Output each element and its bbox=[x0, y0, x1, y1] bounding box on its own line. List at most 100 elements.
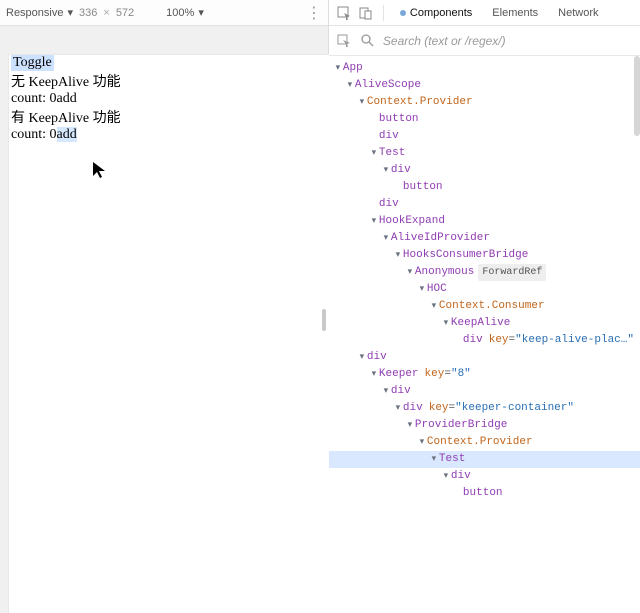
caret-icon[interactable]: ▾ bbox=[381, 383, 391, 400]
resize-handle[interactable] bbox=[322, 309, 326, 331]
node-name: button bbox=[403, 179, 443, 196]
tree-node[interactable]: ▾HooksConsumerBridge bbox=[329, 247, 640, 264]
kebab-icon[interactable]: ⋮ bbox=[306, 3, 322, 23]
add-button-1[interactable]: add bbox=[57, 91, 77, 106]
node-name: div bbox=[367, 349, 387, 366]
node-name: button bbox=[379, 111, 419, 128]
devtools-panel: Components Elements Network ▾App▾AliveSc… bbox=[329, 0, 640, 613]
tree-node[interactable]: ▾div bbox=[329, 383, 640, 400]
device-toggle-icon[interactable] bbox=[357, 4, 375, 22]
caret-icon[interactable]: ▾ bbox=[441, 468, 451, 485]
node-name: button bbox=[463, 485, 503, 502]
tab-components[interactable]: Components bbox=[392, 3, 480, 23]
tree-node[interactable]: ▾App bbox=[329, 60, 640, 77]
caret-icon[interactable]: ▾ bbox=[333, 60, 343, 77]
node-name: Context.Consumer bbox=[439, 298, 545, 315]
caret-icon[interactable]: ▾ bbox=[357, 349, 367, 366]
caret-icon[interactable]: ▾ bbox=[369, 213, 379, 230]
node-name: ProviderBridge bbox=[415, 417, 507, 434]
tree-node[interactable]: div bbox=[329, 128, 640, 145]
node-name: Test bbox=[439, 451, 465, 468]
caret-icon[interactable]: ▾ bbox=[441, 315, 451, 332]
preview-viewport[interactable]: Toggle 无 KeepAlive 功能 count: 0add 有 Keep… bbox=[8, 54, 336, 613]
select-element-icon[interactable] bbox=[335, 32, 353, 50]
caret-icon[interactable]: ▾ bbox=[405, 417, 415, 434]
caret-icon[interactable]: ▾ bbox=[429, 451, 439, 468]
node-badge: ForwardRef bbox=[478, 264, 546, 281]
device-select[interactable]: Responsive ▾ bbox=[6, 6, 73, 19]
node-name: KeepAlive bbox=[451, 315, 510, 332]
search-bar bbox=[329, 26, 640, 56]
node-name: div bbox=[451, 468, 471, 485]
tree-node[interactable]: ▾Context.Provider bbox=[329, 94, 640, 111]
tree-node[interactable]: ▾KeepAlive bbox=[329, 315, 640, 332]
caret-icon[interactable]: ▾ bbox=[381, 162, 391, 179]
text-no-keepalive: 无 KeepAlive 功能 bbox=[9, 71, 335, 91]
tabs-bar: Components Elements Network bbox=[329, 0, 640, 26]
node-name: div bbox=[463, 332, 483, 349]
add-button-2[interactable]: add bbox=[57, 127, 77, 142]
react-dot-icon bbox=[400, 10, 406, 16]
node-name: AliveIdProvider bbox=[391, 230, 490, 247]
node-name: HOC bbox=[427, 281, 447, 298]
inspect-icon[interactable] bbox=[335, 4, 353, 22]
node-name: App bbox=[343, 60, 363, 77]
tree-node[interactable]: div key=keep-alive-plac… bbox=[329, 332, 640, 349]
node-name: AliveScope bbox=[355, 77, 421, 94]
node-name: Keeper bbox=[379, 366, 419, 383]
component-tree[interactable]: ▾App▾AliveScope▾Context.Providerbuttondi… bbox=[329, 56, 640, 613]
tree-node[interactable]: ▾Test bbox=[329, 451, 640, 468]
zoom-label: 100% bbox=[166, 7, 194, 19]
caret-icon[interactable]: ▾ bbox=[345, 77, 355, 94]
count-line-2: count: 0add bbox=[9, 127, 335, 143]
tree-node[interactable]: div bbox=[329, 196, 640, 213]
tree-node[interactable]: ▾div bbox=[329, 468, 640, 485]
tree-node[interactable]: ▾HookExpand bbox=[329, 213, 640, 230]
tree-node[interactable]: ▾AliveScope bbox=[329, 77, 640, 94]
tree-node[interactable]: ▾Context.Provider bbox=[329, 434, 640, 451]
tree-node[interactable]: ▾div bbox=[329, 349, 640, 366]
node-key: key=keep-alive-plac… bbox=[489, 332, 634, 349]
tree-node[interactable]: ▾divkey=keeper-container bbox=[329, 400, 640, 417]
tree-node[interactable]: ▾Keeper key=8 bbox=[329, 366, 640, 383]
caret-icon[interactable]: ▾ bbox=[417, 434, 427, 451]
caret-icon[interactable]: ▾ bbox=[417, 281, 427, 298]
search-input[interactable] bbox=[383, 34, 634, 48]
viewport-height[interactable]: 572 bbox=[116, 7, 134, 19]
scrollbar-thumb[interactable] bbox=[634, 56, 640, 136]
cursor-icon bbox=[91, 160, 111, 180]
caret-icon[interactable]: ▾ bbox=[393, 400, 403, 417]
node-name: div bbox=[391, 162, 411, 179]
tree-node[interactable]: button bbox=[329, 111, 640, 128]
caret-icon[interactable]: ▾ bbox=[429, 298, 439, 315]
tab-elements[interactable]: Elements bbox=[484, 3, 546, 23]
node-name: HooksConsumerBridge bbox=[403, 247, 528, 264]
caret-icon[interactable]: ▾ bbox=[405, 264, 415, 281]
tree-node[interactable]: ▾Context.Consumer bbox=[329, 298, 640, 315]
tree-node[interactable]: ▾HOC bbox=[329, 281, 640, 298]
tree-node[interactable]: ▾ProviderBridge bbox=[329, 417, 640, 434]
node-key: key=8 bbox=[425, 366, 471, 383]
tree-node[interactable]: ▾div bbox=[329, 162, 640, 179]
tree-node[interactable]: button bbox=[329, 485, 640, 502]
left-pane: Responsive ▾ 336 × 572 100% ▾ ⋮ Toggle 无… bbox=[0, 0, 329, 613]
caret-icon[interactable]: ▾ bbox=[369, 366, 379, 383]
caret-icon[interactable]: ▾ bbox=[369, 145, 379, 162]
tree-node[interactable]: button bbox=[329, 179, 640, 196]
caret-icon[interactable]: ▾ bbox=[393, 247, 403, 264]
viewport-width[interactable]: 336 bbox=[79, 7, 97, 19]
caret-icon[interactable]: ▾ bbox=[357, 94, 367, 111]
node-key: key=keeper-container bbox=[429, 400, 574, 417]
toggle-button[interactable]: Toggle bbox=[11, 55, 54, 71]
tree-node[interactable]: ▾Test bbox=[329, 145, 640, 162]
node-name: Anonymous bbox=[415, 264, 474, 281]
search-icon bbox=[359, 32, 377, 50]
preview-area: Toggle 无 KeepAlive 功能 count: 0add 有 Keep… bbox=[0, 26, 328, 613]
tree-node[interactable]: ▾AnonymousForwardRef bbox=[329, 264, 640, 281]
tree-node[interactable]: ▾AliveIdProvider bbox=[329, 230, 640, 247]
zoom-select[interactable]: 100% ▾ bbox=[166, 6, 204, 19]
node-name: Test bbox=[379, 145, 405, 162]
caret-icon[interactable]: ▾ bbox=[381, 230, 391, 247]
text-has-keepalive: 有 KeepAlive 功能 bbox=[9, 107, 335, 127]
tab-network[interactable]: Network bbox=[550, 3, 606, 23]
